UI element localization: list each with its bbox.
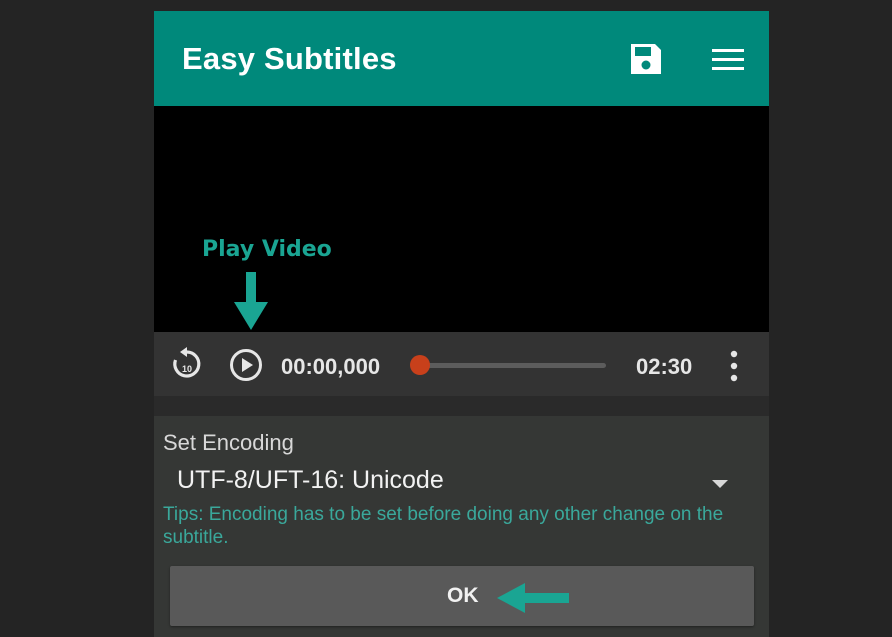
hamburger-menu-icon <box>712 49 744 70</box>
video-area[interactable]: Play Video <box>154 106 769 332</box>
menu-button[interactable] <box>710 45 746 75</box>
encoding-dialog: Set Encoding UTF-8/UFT-16: Unicode Tips:… <box>154 416 769 637</box>
app-bar: Easy Subtitles <box>154 11 769 106</box>
player-controls: 10 00:00,000 02:30 <box>154 332 769 396</box>
current-time: 00:00,000 <box>281 354 381 379</box>
play-circle-icon[interactable] <box>229 348 263 382</box>
more-vertical-icon[interactable] <box>729 350 739 382</box>
floppy-disk-icon <box>631 44 661 74</box>
replay-10-icon[interactable]: 10 <box>170 346 204 382</box>
seek-thumb[interactable] <box>410 355 430 375</box>
dropdown-caret-icon <box>712 480 728 488</box>
arrow-down-annotation-icon <box>234 272 268 330</box>
seek-bar[interactable] <box>420 363 606 368</box>
total-time: 02:30 <box>636 354 693 379</box>
app-screen: Easy Subtitles Play Video 10 00:00,000 0… <box>154 11 769 637</box>
encoding-selected-value: UTF-8/UFT-16: Unicode <box>177 466 444 494</box>
encoding-label: Set Encoding <box>163 430 294 455</box>
arrow-left-annotation-icon <box>497 583 569 613</box>
encoding-tips: Tips: Encoding has to be set before doin… <box>163 504 724 548</box>
app-title: Easy Subtitles <box>182 41 397 76</box>
rewind-seconds-label: 10 <box>182 364 192 374</box>
save-button[interactable] <box>628 41 664 77</box>
ok-button[interactable]: OK <box>170 566 754 626</box>
play-video-annotation: Play Video <box>202 237 332 262</box>
ok-button-label: OK <box>447 584 479 607</box>
